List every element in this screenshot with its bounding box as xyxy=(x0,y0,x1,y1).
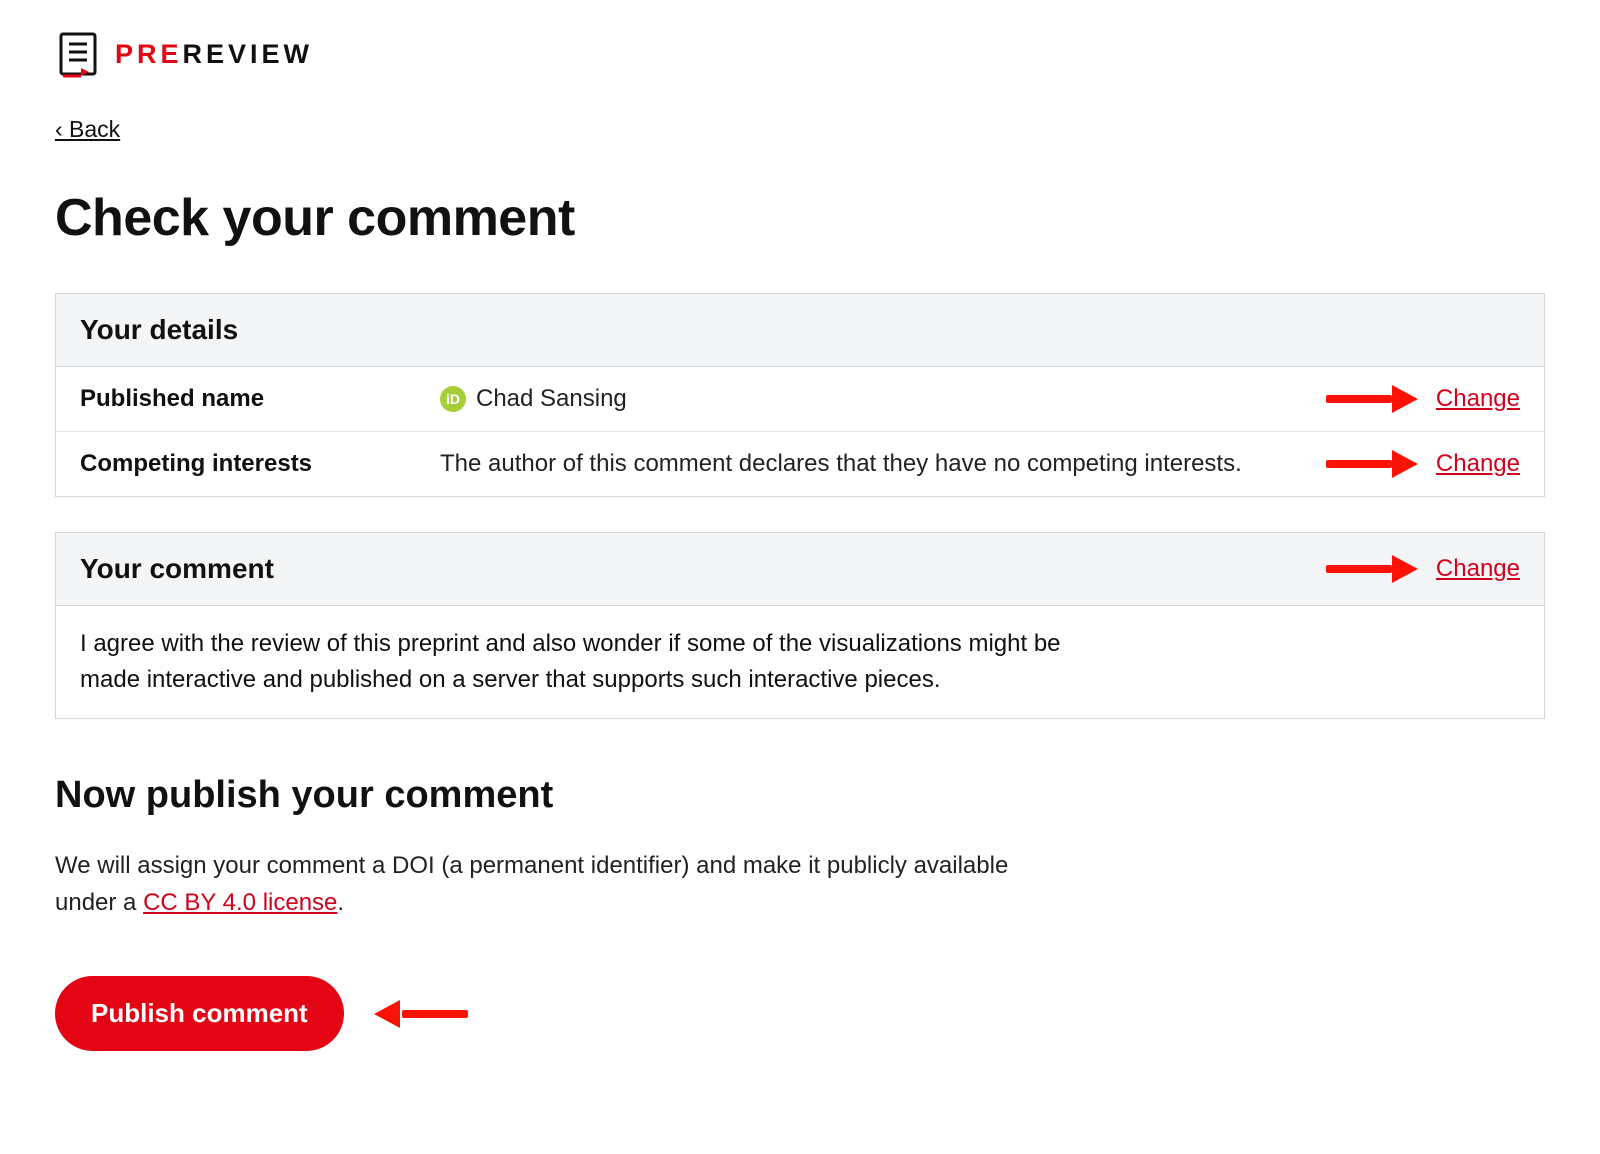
cc-license-link[interactable]: CC BY 4.0 license xyxy=(143,889,337,916)
your-details-title: Your details xyxy=(80,314,238,346)
your-details-card: Your details Published name iD Chad Sans… xyxy=(55,293,1545,497)
your-comment-title: Your comment xyxy=(80,553,274,585)
change-comment-link[interactable]: Change xyxy=(1436,555,1520,583)
logo-text: PREREVIEW xyxy=(115,39,313,70)
back-link[interactable]: ‹ Back xyxy=(55,116,120,143)
logo-mark-icon xyxy=(55,30,103,78)
competing-interests-row: Competing interests The author of this c… xyxy=(56,432,1544,496)
annotation-arrow-icon xyxy=(1326,450,1418,478)
annotation-arrow-icon xyxy=(1326,385,1418,413)
orcid-icon: iD xyxy=(440,386,466,412)
page-title: Check your comment xyxy=(55,188,1545,248)
published-name-row: Published name iD Chad Sansing Change xyxy=(56,367,1544,432)
your-details-header: Your details xyxy=(56,294,1544,367)
logo-pre: PRE xyxy=(115,39,183,69)
annotation-arrow-icon xyxy=(374,1000,466,1028)
published-name-text: Chad Sansing xyxy=(476,385,627,413)
change-published-name-link[interactable]: Change xyxy=(1436,385,1520,413)
publish-heading: Now publish your comment xyxy=(55,774,1545,817)
logo-review: REVIEW xyxy=(183,39,314,69)
published-name-value: iD Chad Sansing xyxy=(440,385,1326,413)
your-comment-card: Your comment Change I agree with the rev… xyxy=(55,532,1545,719)
competing-interests-key: Competing interests xyxy=(80,450,440,478)
logo[interactable]: PREREVIEW xyxy=(55,30,1545,78)
competing-interests-value: The author of this comment declares that… xyxy=(440,450,1326,478)
published-name-key: Published name xyxy=(80,385,440,413)
change-competing-interests-link[interactable]: Change xyxy=(1436,450,1520,478)
annotation-arrow-icon xyxy=(1326,555,1418,583)
competing-interests-text: The author of this comment declares that… xyxy=(440,450,1242,478)
publish-comment-button[interactable]: Publish comment xyxy=(55,976,344,1051)
publish-description: We will assign your comment a DOI (a per… xyxy=(55,847,1035,921)
publish-desc-post: . xyxy=(337,889,344,916)
comment-body: I agree with the review of this preprint… xyxy=(56,606,1136,718)
your-comment-header: Your comment Change xyxy=(56,533,1544,606)
